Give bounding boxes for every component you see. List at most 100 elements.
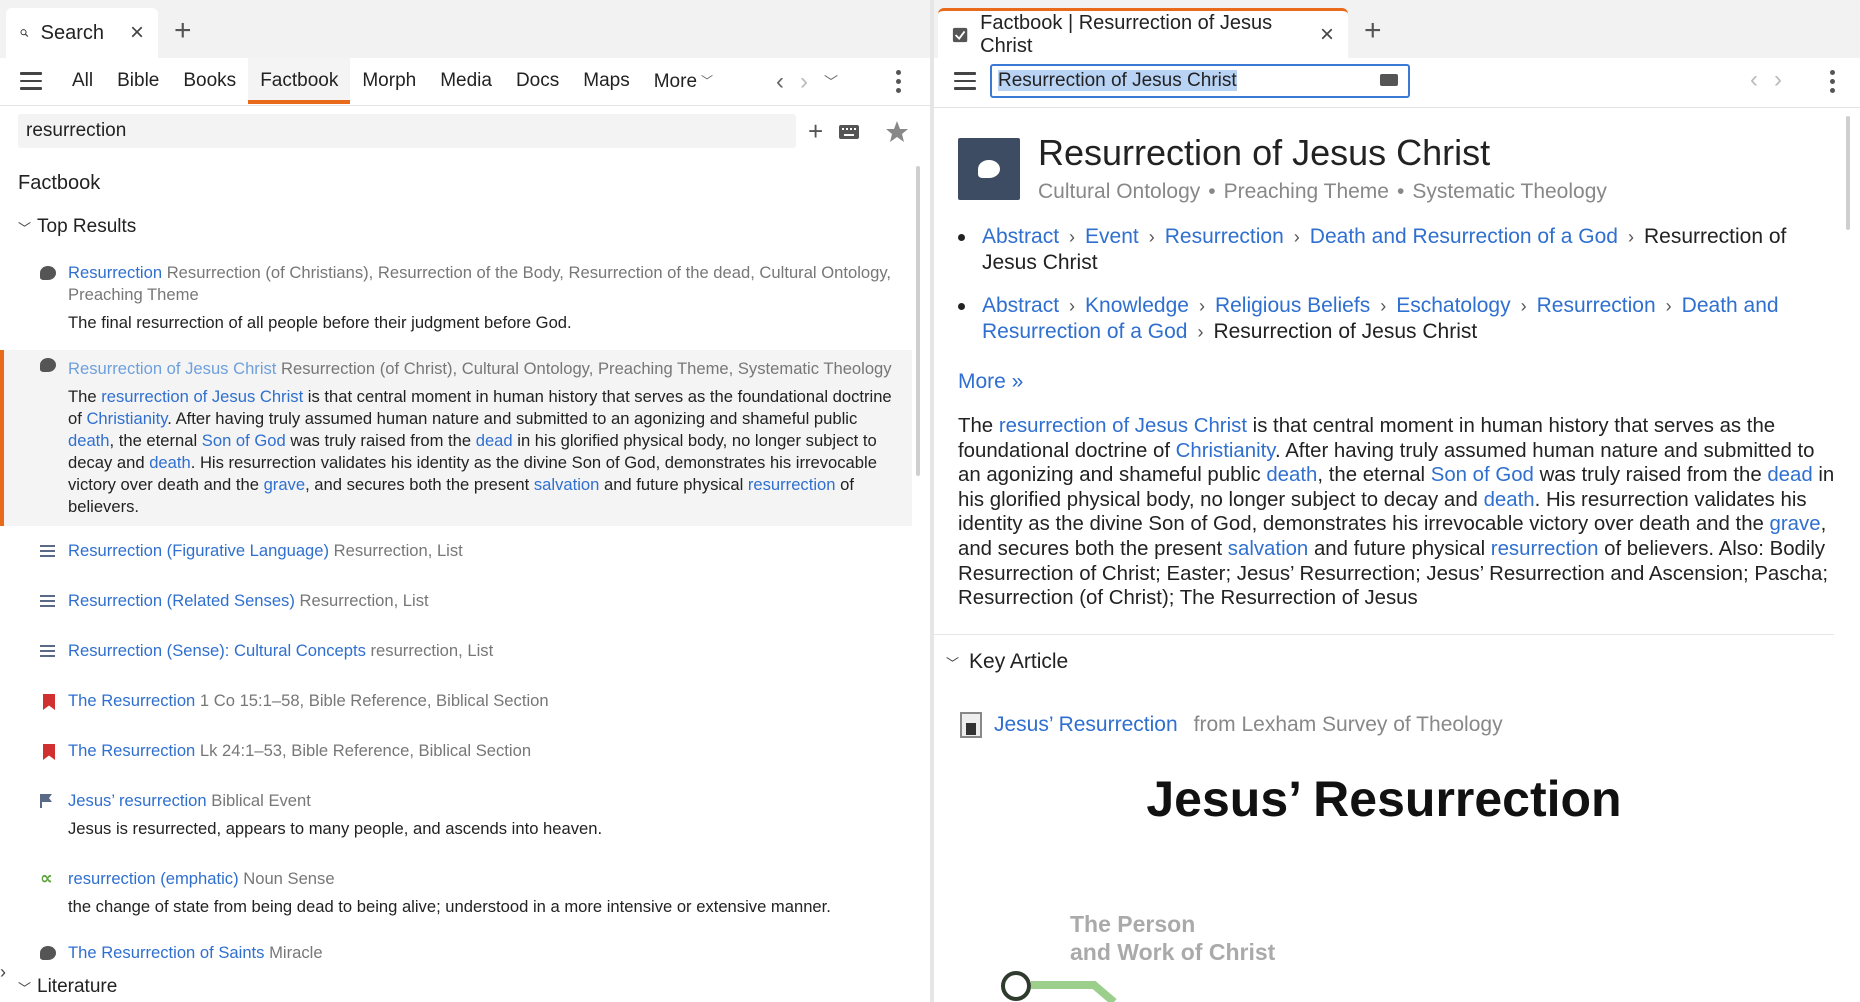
- add-tab-icon[interactable]: +: [1364, 14, 1382, 48]
- tab-all[interactable]: All: [60, 58, 105, 104]
- back-arrow-icon[interactable]: ‹: [776, 68, 784, 96]
- inline-text: The: [68, 387, 102, 406]
- back-arrow-icon[interactable]: ‹: [1750, 66, 1758, 94]
- more-options-icon[interactable]: [1830, 70, 1836, 97]
- result-title[interactable]: Resurrection: [68, 263, 162, 282]
- topic-speech-bubble-icon: [958, 138, 1020, 200]
- result-title[interactable]: Resurrection (Related Senses): [68, 591, 295, 610]
- inline-link[interactable]: death: [68, 431, 110, 450]
- breadcrumb-link[interactable]: Event: [1085, 225, 1139, 248]
- result-title[interactable]: Resurrection of Jesus Christ: [68, 359, 276, 378]
- result-title[interactable]: Jesus’ resurrection: [68, 791, 207, 810]
- tab-media[interactable]: Media: [428, 58, 504, 104]
- breadcrumb-link[interactable]: Resurrection: [1537, 294, 1656, 317]
- result-meta: Resurrection (of Christ), Cultural Ontol…: [281, 359, 892, 378]
- scrollbar[interactable]: [1846, 116, 1850, 230]
- star-icon[interactable]: [885, 120, 909, 144]
- result-title[interactable]: The Resurrection of Saints: [68, 943, 264, 962]
- inline-link[interactable]: death: [1266, 464, 1317, 486]
- more-options-icon[interactable]: [896, 70, 902, 97]
- inline-link[interactable]: resurrection of Jesus Christ: [999, 415, 1247, 437]
- category-label[interactable]: Cultural Ontology: [1038, 180, 1200, 203]
- tab-books[interactable]: Books: [171, 58, 248, 104]
- result-title[interactable]: The Resurrection: [68, 741, 195, 760]
- search-input[interactable]: resurrection: [18, 114, 796, 148]
- close-tab-icon[interactable]: ×: [130, 19, 144, 47]
- breadcrumb: Abstract › Knowledge › Religious Beliefs › Esc…: [958, 293, 1838, 345]
- inline-link[interactable]: resurrection of Jesus Christ: [101, 387, 303, 406]
- inline-link[interactable]: Christianity: [86, 409, 167, 428]
- breadcrumb-link[interactable]: Religious Beliefs: [1215, 294, 1370, 317]
- breadcrumb-link[interactable]: Death and Resurrection of a God: [1310, 225, 1618, 248]
- inline-link[interactable]: salvation: [1228, 538, 1308, 560]
- menu-icon[interactable]: [954, 72, 976, 90]
- result-title[interactable]: resurrection (emphatic): [68, 869, 239, 888]
- diagram-label-line: and Work of Christ: [1070, 939, 1276, 965]
- inline-link[interactable]: grave: [264, 475, 306, 494]
- inline-link[interactable]: dead: [1767, 464, 1812, 486]
- inline-link[interactable]: salvation: [534, 475, 600, 494]
- inline-link[interactable]: grave: [1770, 513, 1821, 535]
- result-item[interactable]: ∝ resurrection (emphatic) Noun Sense the c…: [0, 864, 912, 924]
- inline-link[interactable]: dead: [476, 431, 513, 450]
- keyboard-icon[interactable]: [839, 124, 860, 139]
- add-tab-icon[interactable]: +: [174, 14, 192, 48]
- more-link[interactable]: More »: [958, 370, 1023, 394]
- tab-maps[interactable]: Maps: [571, 58, 641, 104]
- alpha-icon: ∝: [40, 868, 53, 888]
- factbook-topic-input[interactable]: Resurrection of Jesus Christ: [990, 64, 1410, 98]
- flag-icon: [40, 794, 56, 808]
- forward-arrow-icon[interactable]: ›: [1774, 66, 1782, 94]
- breadcrumb-link[interactable]: Knowledge: [1085, 294, 1189, 317]
- result-title[interactable]: Resurrection (Sense): Cultural Concepts: [68, 641, 366, 660]
- inline-link[interactable]: Son of God: [1431, 464, 1534, 486]
- category-label[interactable]: Preaching Theme: [1224, 180, 1389, 203]
- list-icon: [40, 544, 56, 558]
- search-tab[interactable]: Search ×: [6, 8, 158, 58]
- key-article-heading[interactable]: ﹀ Key Article: [946, 650, 1068, 674]
- breadcrumb-link[interactable]: Resurrection: [1165, 225, 1284, 248]
- inline-link[interactable]: resurrection: [1491, 538, 1599, 560]
- tab-bible[interactable]: Bible: [105, 58, 171, 104]
- top-results-heading[interactable]: ﹀ Top Results: [18, 216, 136, 238]
- tab-morph[interactable]: Morph: [350, 58, 428, 104]
- result-item[interactable]: Jesus’ resurrection Biblical Event Jesus …: [0, 786, 912, 846]
- result-title[interactable]: Resurrection (Figurative Language): [68, 541, 329, 560]
- chevron-right-icon[interactable]: ›: [0, 962, 6, 983]
- result-item[interactable]: The Resurrection 1 Co 15:1–58, Bible Ref…: [0, 686, 912, 718]
- breadcrumb-link[interactable]: Abstract: [982, 294, 1059, 317]
- breadcrumb-link[interactable]: Abstract: [982, 225, 1059, 248]
- inline-link[interactable]: resurrection: [748, 475, 836, 494]
- category-label[interactable]: Systematic Theology: [1412, 180, 1607, 203]
- inline-link[interactable]: Christianity: [1176, 440, 1275, 462]
- result-title[interactable]: The Resurrection: [68, 691, 195, 710]
- result-item[interactable]: The Resurrection Lk 24:1–53, Bible Refer…: [0, 736, 912, 768]
- menu-icon[interactable]: [20, 72, 42, 90]
- tab-factbook[interactable]: Factbook: [248, 58, 351, 104]
- close-tab-icon[interactable]: ×: [1320, 21, 1334, 49]
- result-item[interactable]: Resurrection Resurrection (of Christians…: [0, 258, 912, 340]
- result-item[interactable]: The Resurrection of Saints Miracle: [0, 938, 912, 970]
- result-item[interactable]: Resurrection (Sense): Cultural Concepts …: [0, 636, 912, 668]
- key-article-link[interactable]: Jesus’ Resurrection: [994, 713, 1178, 737]
- right-tab-bar: Factbook | Resurrection of Jesus Christ …: [934, 0, 1860, 58]
- breadcrumb-link[interactable]: Eschatology: [1396, 294, 1510, 317]
- inline-link[interactable]: death: [1484, 489, 1535, 511]
- forward-arrow-icon[interactable]: ›: [800, 68, 808, 96]
- tab-more[interactable]: More ﹀: [642, 58, 725, 104]
- keyboard-icon[interactable]: [1380, 74, 1398, 86]
- result-item[interactable]: Resurrection (Related Senses) Resurrecti…: [0, 586, 912, 618]
- result-item[interactable]: Resurrection of Jesus Christ Resurrectio…: [0, 350, 912, 526]
- inline-link[interactable]: death: [149, 453, 191, 472]
- inline-link[interactable]: Son of God: [202, 431, 286, 450]
- add-icon[interactable]: +: [808, 116, 823, 147]
- article-heading: Jesus’ Resurrection: [1146, 771, 1622, 827]
- scrollbar[interactable]: [916, 166, 920, 476]
- result-meta: Noun Sense: [243, 869, 335, 888]
- literature-heading[interactable]: ﹀ Literature: [18, 976, 117, 998]
- factbook-tab[interactable]: Factbook | Resurrection of Jesus Christ …: [938, 8, 1348, 58]
- tab-docs[interactable]: Docs: [504, 58, 571, 104]
- key-article-label: Key Article: [969, 650, 1069, 673]
- history-dropdown-icon[interactable]: ﹀: [824, 72, 838, 92]
- result-item[interactable]: Resurrection (Figurative Language) Resur…: [0, 536, 912, 568]
